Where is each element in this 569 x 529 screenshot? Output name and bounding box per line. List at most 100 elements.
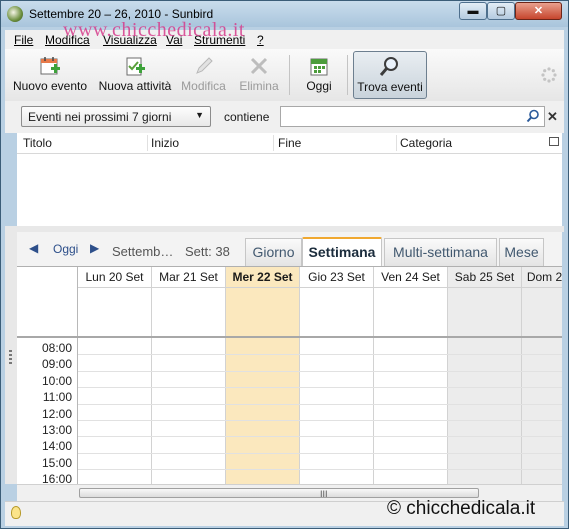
app-window: Settembre 20 – 26, 2010 - Sunbird ▬ ▢ ✕ … xyxy=(0,0,569,529)
column-picker-icon[interactable] xyxy=(549,137,559,146)
delete-x-icon xyxy=(250,57,268,75)
day-header[interactable]: Sab 25 Set xyxy=(448,267,522,336)
toolbar-separator xyxy=(347,55,348,95)
menu-help[interactable]: ? xyxy=(257,33,264,47)
close-window-button[interactable]: ✕ xyxy=(515,2,562,20)
day-header[interactable]: Ven 24 Set xyxy=(374,267,448,336)
hour-gridline xyxy=(78,354,562,356)
day-column[interactable] xyxy=(226,338,300,485)
delete-button[interactable]: Elimina xyxy=(234,51,284,99)
day-header-label: Ven 24 Set xyxy=(374,267,447,288)
week-view: Lun 20 Set Mar 21 Set Mer 22 Set Gio 23 Set… xyxy=(17,266,562,485)
hour-label: 11:00 xyxy=(42,390,72,405)
day-header-label: Gio 23 Set xyxy=(300,267,373,288)
tab-settimana[interactable]: Settimana xyxy=(302,237,382,267)
day-header-label: Dom 26 Set xyxy=(522,267,562,288)
day-column[interactable] xyxy=(522,338,562,485)
day-header[interactable]: Lun 20 Set xyxy=(78,267,152,336)
previous-week-icon[interactable]: ◀ xyxy=(29,241,38,255)
tab-mese[interactable]: Mese xyxy=(499,238,544,266)
time-column: 08:00 09:00 10:00 11:00 12:00 13:00 14:00 15:00… xyxy=(17,338,78,485)
task-add-icon xyxy=(126,57,145,76)
event-filter-value: Eventi nei prossimi 7 giorni xyxy=(28,110,172,124)
close-search-icon[interactable]: ✕ xyxy=(547,109,558,125)
hour-label: 08:00 xyxy=(41,341,72,355)
column-fine[interactable]: Fine xyxy=(278,136,301,150)
contains-label: contiene xyxy=(224,110,270,124)
hour-label: 12:00 xyxy=(41,406,72,421)
edit-label: Modifica xyxy=(181,79,226,93)
delete-label: Elimina xyxy=(239,79,279,93)
dropdown-arrow-icon: ▼ xyxy=(195,110,204,120)
activity-throbber-icon xyxy=(541,67,557,83)
new-task-label: Nuova attività xyxy=(98,79,172,93)
scrollbar-thumb[interactable]: III xyxy=(79,488,479,499)
day-column[interactable] xyxy=(152,338,226,485)
hour-gridline xyxy=(78,387,562,389)
event-filter-select[interactable]: Eventi nei prossimi 7 giorni ▼ xyxy=(21,106,211,127)
hour-gridline xyxy=(78,420,562,421)
nav-period-label: Settemb… xyxy=(112,244,174,259)
event-search-input[interactable] xyxy=(280,106,545,127)
day-column[interactable] xyxy=(300,338,374,485)
day-header[interactable]: Gio 23 Set xyxy=(300,267,374,336)
day-column[interactable] xyxy=(448,338,522,485)
hour-label: 15:00 xyxy=(41,455,72,470)
today-button[interactable]: Oggi xyxy=(297,51,341,99)
maximize-button[interactable]: ▢ xyxy=(487,2,515,20)
calendar-today-icon xyxy=(310,58,328,76)
nav-today-link[interactable]: Oggi xyxy=(53,242,78,256)
next-week-icon[interactable]: ▶ xyxy=(90,241,99,255)
new-event-label: Nuovo evento xyxy=(12,79,88,93)
hour-label: 13:00 xyxy=(41,423,72,437)
day-header-label: Lun 20 Set xyxy=(78,267,151,288)
sunbird-app-icon[interactable] xyxy=(7,6,23,22)
watermark-top: www.chicchedicala.it xyxy=(63,19,245,41)
day-column[interactable] xyxy=(78,338,152,485)
column-inizio[interactable]: Inizio xyxy=(151,136,179,150)
tab-multi-settimana[interactable]: Multi-settimana xyxy=(384,238,497,266)
day-header[interactable]: Mer 22 Set xyxy=(226,267,300,336)
tab-giorno[interactable]: Giorno xyxy=(245,238,302,266)
day-header[interactable]: Dom 26 Set xyxy=(522,267,562,336)
today-label: Oggi xyxy=(306,79,332,93)
lightbulb-icon xyxy=(11,506,21,519)
find-events-label: Trova eventi xyxy=(357,80,423,94)
find-events-button[interactable]: Trova eventi xyxy=(353,51,427,99)
sidebar-splitter[interactable] xyxy=(5,232,17,484)
hour-label: 10:00 xyxy=(41,373,72,388)
pencil-icon xyxy=(195,57,213,74)
column-separator[interactable] xyxy=(273,135,274,151)
calendar-nav-bar: ◀ Oggi ▶ Settemb… Sett: 38 Giorno Settim… xyxy=(17,232,562,267)
toolbar-separator xyxy=(289,55,290,95)
column-categoria[interactable]: Categoria xyxy=(400,136,452,150)
magnifier-icon xyxy=(379,57,398,76)
scrollbar-grip: III xyxy=(320,489,328,499)
hour-gridline xyxy=(78,436,562,438)
menu-file[interactable]: File xyxy=(14,33,33,47)
splitter-grip-icon xyxy=(9,350,12,366)
hour-label: 09:00 xyxy=(41,357,72,372)
new-event-button[interactable]: Nuovo evento xyxy=(11,51,89,99)
day-header[interactable]: Mar 21 Set xyxy=(152,267,226,336)
column-separator[interactable] xyxy=(396,135,397,151)
hour-gridline xyxy=(78,403,562,405)
event-list-body[interactable] xyxy=(17,154,562,226)
hour-gridline xyxy=(78,469,562,471)
new-task-button[interactable]: Nuova attività xyxy=(96,51,174,99)
column-titolo[interactable]: Titolo xyxy=(23,136,52,150)
day-header-label: Mer 22 Set xyxy=(226,267,299,288)
time-grid: 08:00 09:00 10:00 11:00 12:00 13:00 14:00 15:00… xyxy=(17,338,562,485)
search-icon[interactable] xyxy=(526,109,540,123)
calendar-add-icon xyxy=(40,57,60,75)
watermark-bottom: © chicchedicala.it xyxy=(387,498,536,519)
hour-gridline xyxy=(78,370,562,372)
edit-button[interactable]: Modifica xyxy=(176,51,231,99)
day-header-label: Mar 21 Set xyxy=(152,267,225,288)
event-list-header: Titolo Inizio Fine Categoria xyxy=(17,133,562,154)
column-separator[interactable] xyxy=(147,135,148,151)
minimize-button[interactable]: ▬ xyxy=(459,2,487,20)
day-column[interactable] xyxy=(374,338,448,485)
toolbar: Nuovo evento Nuova attività Modifica Eli… xyxy=(5,49,564,102)
nav-week-number: Sett: 38 xyxy=(185,244,230,259)
